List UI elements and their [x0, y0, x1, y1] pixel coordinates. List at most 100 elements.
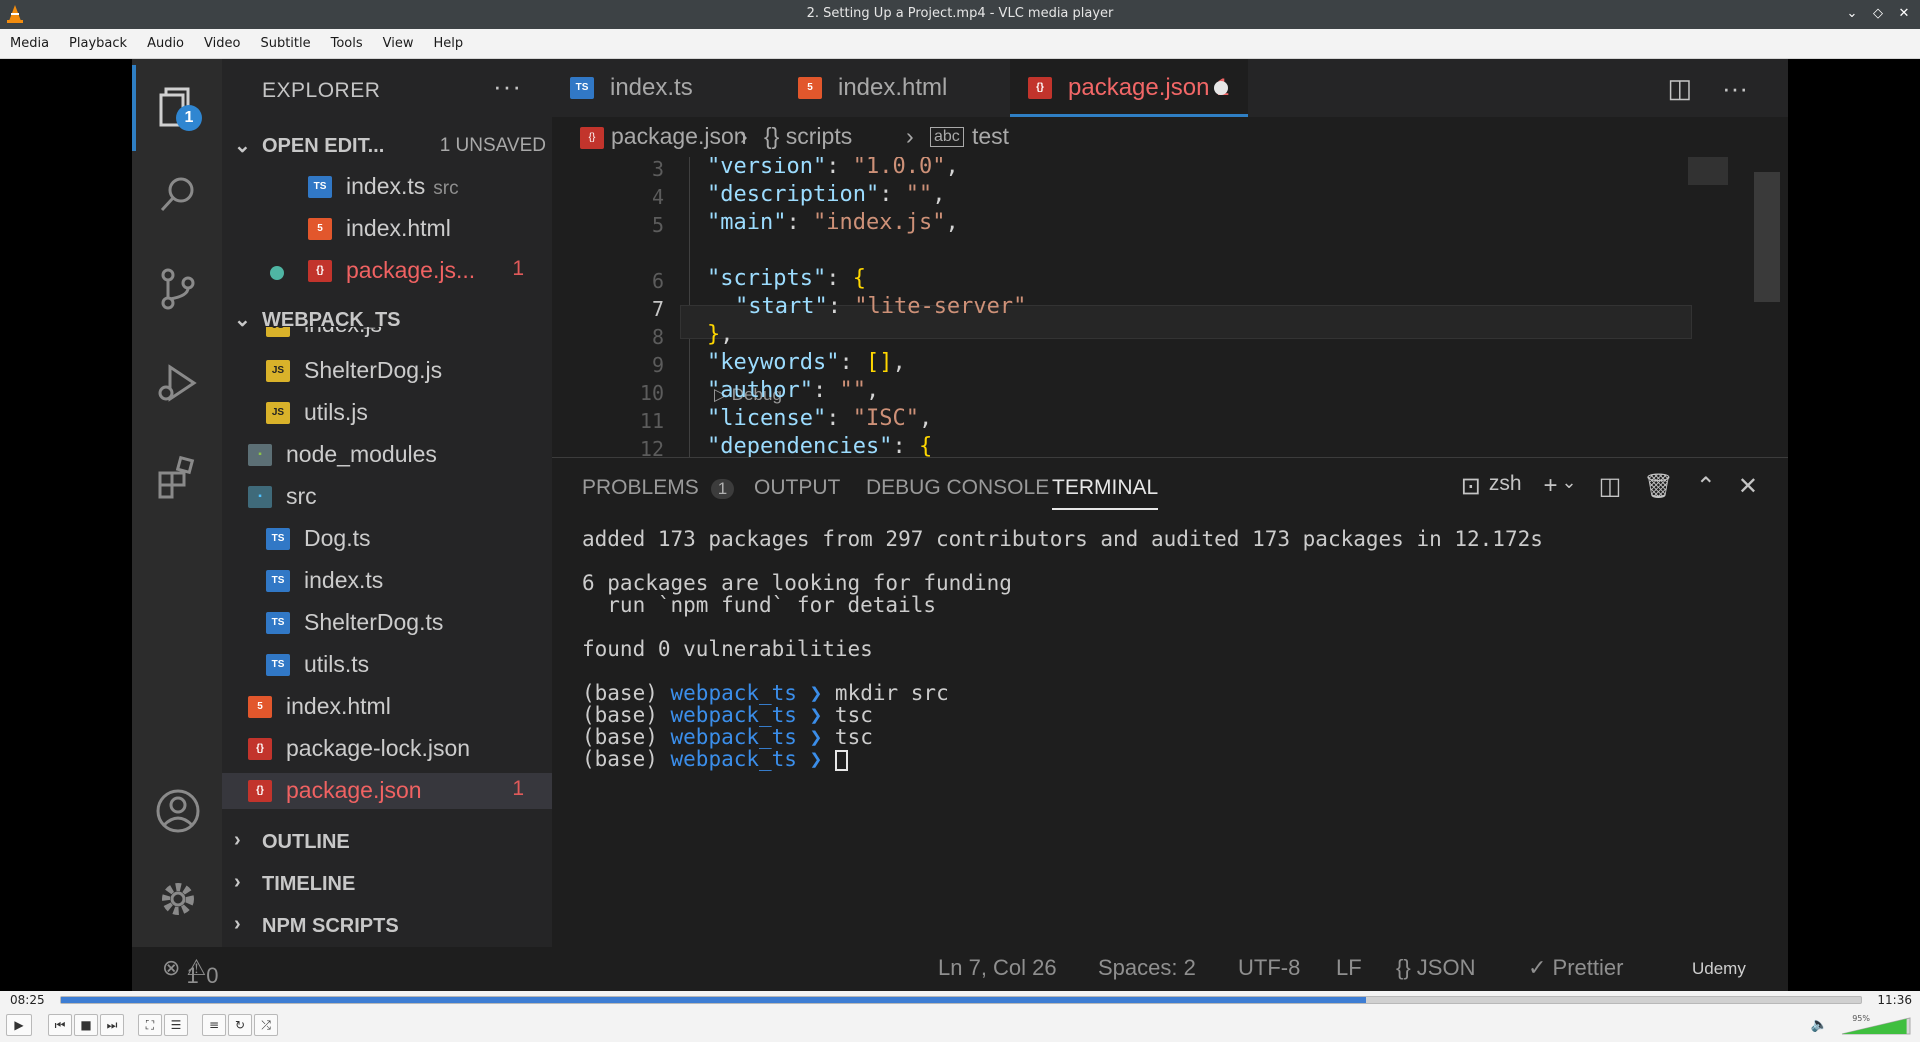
file-item[interactable]: {} package-lock.json — [222, 731, 552, 767]
terminal-line: 6 packages are looking for funding — [582, 571, 1012, 595]
seek-bar: 08:25 11:36 — [0, 991, 1920, 1009]
file-item[interactable]: TS ShelterDog.ts — [222, 605, 552, 641]
file-name: ShelterDog.ts — [304, 609, 444, 635]
folder-item[interactable]: ▪ node_modules — [222, 437, 552, 473]
file-item[interactable]: TS utils.ts — [222, 647, 552, 683]
chevron-down-icon[interactable]: ⌄ — [1562, 472, 1577, 501]
more-actions-icon[interactable]: ··· — [493, 71, 522, 102]
more-actions-icon[interactable]: ··· — [1722, 73, 1748, 104]
tab-index-ts[interactable]: TS index.ts — [552, 59, 780, 117]
json-file-icon: {} — [248, 780, 272, 802]
breadcrumb-scripts[interactable]: {} scripts — [764, 123, 852, 150]
javascript-file-icon: JS — [266, 327, 290, 337]
seek-track[interactable] — [60, 996, 1862, 1004]
outline-section[interactable]: › OUTLINE — [222, 825, 552, 861]
src-folder-icon: ▪ — [248, 486, 272, 508]
code-line: "keywords": [], — [707, 350, 906, 375]
line-number: 3 — [651, 157, 664, 181]
scrollbar-thumb[interactable] — [1754, 172, 1780, 302]
file-name: Dog.ts — [304, 525, 371, 551]
close-icon[interactable]: ✕ — [1738, 472, 1758, 501]
extended-settings-button[interactable]: ☰ — [164, 1014, 188, 1036]
chevron-up-icon[interactable]: ⌃ — [1696, 472, 1716, 501]
volume-slider[interactable]: 95% — [1840, 1014, 1912, 1036]
menu-video[interactable]: Video — [194, 29, 250, 59]
tab-index-html[interactable]: 5 index.html — [780, 59, 1010, 117]
play-button[interactable]: ▶ — [6, 1014, 32, 1036]
menu-help[interactable]: Help — [424, 29, 474, 59]
code-editor[interactable]: 3 "version": "1.0.0", 4 "description": "… — [552, 157, 1788, 457]
tab-problems[interactable]: PROBLEMS 1 — [582, 476, 735, 500]
udemy-watermark: Udemy — [1692, 959, 1746, 978]
shuffle-button[interactable]: ⤮ — [254, 1014, 278, 1036]
open-editors-section[interactable]: ⌄ OPEN EDIT... 1 UNSAVED — [222, 129, 552, 165]
javascript-file-icon: JS — [266, 402, 290, 424]
minimize-button[interactable]: ⌄ — [1842, 3, 1862, 25]
trash-icon[interactable]: 🗑 — [1643, 472, 1673, 501]
menu-audio[interactable]: Audio — [137, 29, 194, 59]
fullscreen-button[interactable]: ⛶ — [138, 1014, 162, 1036]
split-editor-icon[interactable]: ◫ — [1667, 73, 1692, 104]
playlist-button[interactable]: ≡ — [202, 1014, 226, 1036]
stop-button[interactable]: ■ — [74, 1014, 98, 1036]
code-line: "version": "1.0.0", — [707, 157, 959, 179]
file-item[interactable]: JS ShelterDog.js — [222, 353, 552, 389]
line-number: 4 — [651, 185, 664, 209]
prettier-status[interactable]: ✓ Prettier — [1528, 955, 1623, 981]
typescript-file-icon: TS — [266, 612, 290, 634]
timeline-section[interactable]: › TIMELINE — [222, 867, 552, 903]
menu-view[interactable]: View — [373, 29, 424, 59]
file-item[interactable]: JS index.js — [222, 327, 552, 347]
npm-scripts-section[interactable]: › NPM SCRIPTS — [222, 909, 552, 945]
previous-button[interactable]: ⏮ — [48, 1014, 72, 1036]
gear-icon — [150, 871, 206, 927]
file-item[interactable]: JS utils.js — [222, 395, 552, 431]
split-terminal-icon[interactable]: ◫ — [1599, 472, 1622, 501]
open-editor-item[interactable]: TS index.ts src — [222, 169, 552, 205]
menu-playback[interactable]: Playback — [59, 29, 137, 59]
unsaved-dot-icon[interactable] — [1214, 81, 1228, 95]
shell-name[interactable]: zsh — [1489, 472, 1522, 501]
breadcrumb-file[interactable]: package.json — [611, 123, 747, 150]
open-editor-item[interactable]: 5 index.html — [222, 211, 552, 247]
speaker-icon[interactable]: 🔈 — [1811, 1017, 1828, 1033]
next-button[interactable]: ⏭ — [100, 1014, 124, 1036]
close-button[interactable]: ✕ — [1894, 3, 1914, 25]
menu-subtitle[interactable]: Subtitle — [250, 29, 320, 59]
maximize-button[interactable]: ◇ — [1868, 3, 1888, 25]
line-number: 11 — [639, 409, 664, 433]
terminal-output[interactable]: added 173 packages from 297 contributors… — [582, 527, 1762, 771]
file-item[interactable]: TS index.ts — [222, 563, 552, 599]
tab-package-json[interactable]: {} package.json 1 — [1010, 59, 1248, 117]
explorer-sidebar: EXPLORER ··· ⌄ OPEN EDIT... 1 UNSAVED TS… — [222, 59, 552, 947]
menu-media[interactable]: Media — [0, 29, 59, 59]
folder-item[interactable]: ▪ src — [222, 479, 552, 515]
tab-terminal[interactable]: TERMINAL — [1052, 476, 1159, 510]
line-number: 10 — [639, 381, 664, 405]
terminal-line: added 173 packages from 297 contributors… — [582, 527, 1543, 551]
seek-progress — [61, 997, 1366, 1003]
menu-tools[interactable]: Tools — [321, 29, 373, 59]
open-editor-item[interactable]: {} package.js... 1 — [222, 253, 552, 289]
encoding[interactable]: UTF-8 — [1238, 955, 1300, 981]
tab-output[interactable]: OUTPUT — [754, 476, 840, 500]
problems-status[interactable]: ⊗ 1 ⚠ 0 — [162, 955, 219, 988]
line-ending[interactable]: LF — [1336, 955, 1362, 981]
chevron-right-icon: › — [234, 913, 241, 935]
error-count: 1 — [512, 257, 524, 280]
file-name: index.html — [286, 693, 391, 719]
minimap[interactable] — [1678, 157, 1788, 457]
video-area[interactable]: 1 EXPLORER ··· ⌄ OPEN EDIT... 1 UNSAVED … — [0, 59, 1920, 991]
indentation[interactable]: Spaces: 2 — [1098, 955, 1196, 981]
add-terminal-icon[interactable]: + — [1544, 472, 1558, 501]
language-mode[interactable]: {} JSON — [1396, 955, 1475, 981]
loop-button[interactable]: ↻ — [228, 1014, 252, 1036]
file-item[interactable]: 5 index.html — [222, 689, 552, 725]
file-item[interactable]: TS Dog.ts — [222, 521, 552, 557]
file-item[interactable]: {} package.json 1 — [222, 773, 552, 809]
open-editor-name: index.html — [346, 215, 451, 241]
cursor-position[interactable]: Ln 7, Col 26 — [938, 955, 1057, 981]
tab-debug-console[interactable]: DEBUG CONSOLE — [866, 476, 1049, 500]
breadcrumb-test[interactable]: test — [972, 123, 1009, 150]
